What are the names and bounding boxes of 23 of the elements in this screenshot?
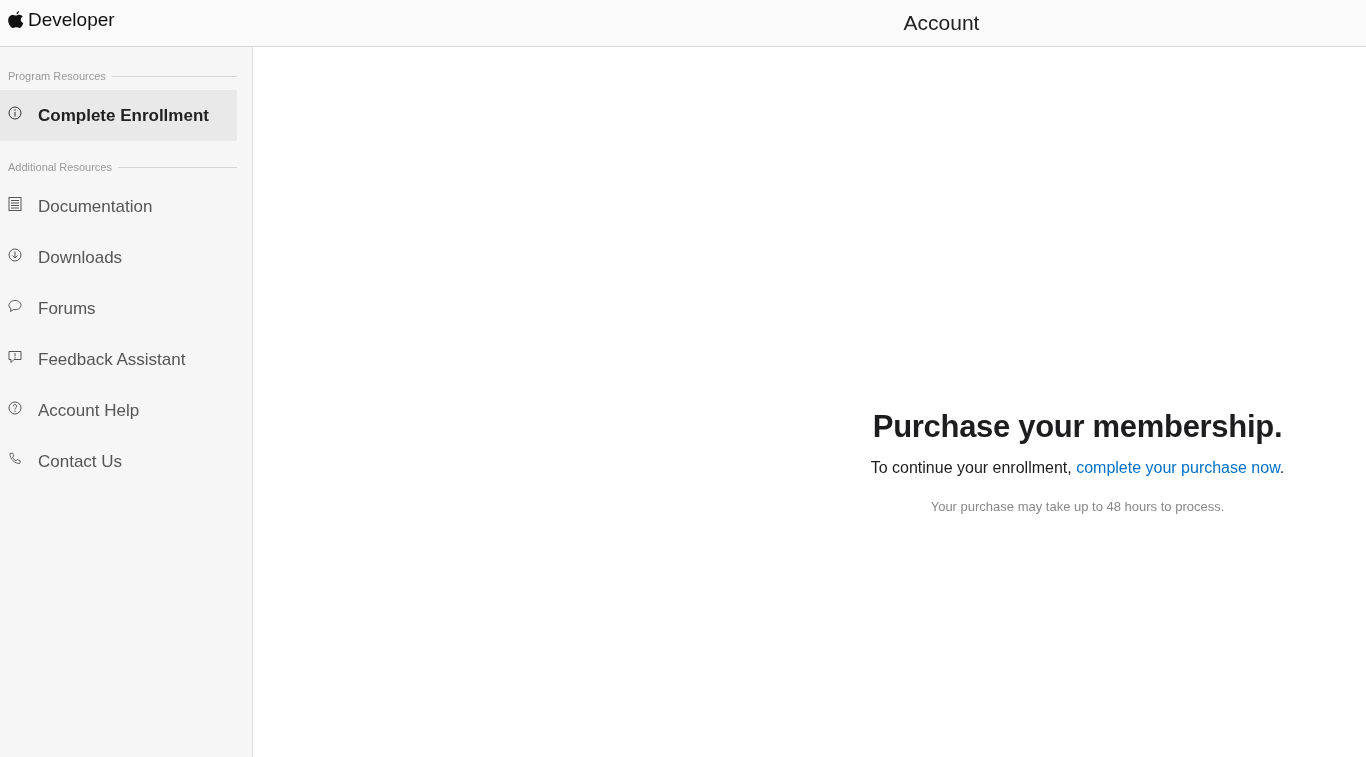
- sidebar-item[interactable]: Downloads: [0, 232, 237, 283]
- sidebar-item[interactable]: Account Help: [0, 385, 237, 436]
- enrollment-text: To continue your enrollment, complete your purchase now.: [869, 459, 1286, 477]
- processing-note: Your purchase may take up to 48 hours to process.: [929, 499, 1226, 514]
- sidebar-item[interactable]: Complete Enrollment: [0, 90, 237, 141]
- help-icon: [8, 400, 22, 415]
- section-label: Program Resources: [8, 70, 106, 82]
- purchase-link[interactable]: complete your purchase now: [1076, 459, 1280, 476]
- sidebar-item[interactable]: Contact Us: [0, 436, 237, 487]
- document-list-icon: [8, 196, 22, 211]
- speech-bubble-icon: [8, 298, 22, 313]
- feedback-bubble-icon: [8, 349, 22, 364]
- brand-name[interactable]: Developer: [28, 9, 115, 31]
- phone-icon: [8, 451, 22, 466]
- info-icon: [8, 105, 22, 120]
- sidebar-item[interactable]: Forums: [0, 283, 237, 334]
- sidebar-item[interactable]: Feedback Assistant: [0, 334, 237, 385]
- sidebar-item[interactable]: Documentation: [0, 181, 237, 232]
- heading: Purchase your membership.: [871, 409, 1284, 445]
- page-title: Account: [903, 11, 980, 35]
- section-label: Additional Resources: [8, 161, 112, 173]
- apple-icon: [8, 10, 24, 30]
- download-icon: [8, 247, 22, 262]
